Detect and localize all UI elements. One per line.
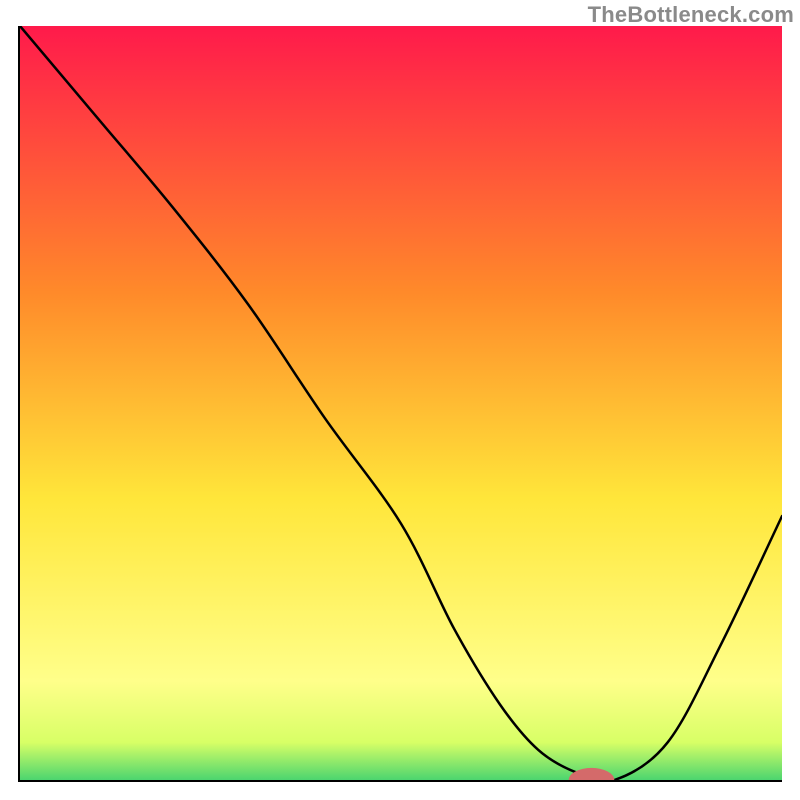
curve-path <box>20 26 782 780</box>
optimal-marker <box>569 768 615 780</box>
plot-area <box>18 26 782 782</box>
bottleneck-curve <box>20 26 782 780</box>
chart-frame: TheBottleneck.com <box>0 0 800 800</box>
watermark-text: TheBottleneck.com <box>588 2 794 28</box>
